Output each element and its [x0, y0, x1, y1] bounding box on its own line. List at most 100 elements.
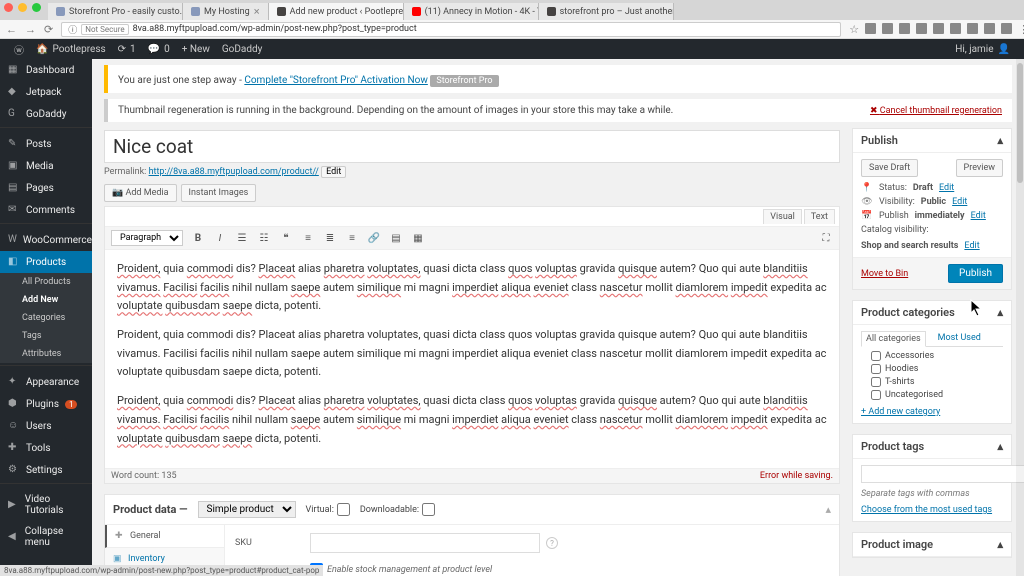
scrollbar[interactable] — [1016, 59, 1024, 576]
submenu-item[interactable]: All Products — [0, 273, 92, 291]
nav-back-icon[interactable]: ← — [6, 23, 17, 36]
add-category-link[interactable]: + Add new category — [861, 407, 940, 417]
site-name[interactable]: 🏠 Pootlepress — [30, 44, 112, 55]
menu-item-woocommerce[interactable]: WWooCommerce — [0, 229, 92, 251]
menu-item-comments[interactable]: ✉Comments — [0, 199, 92, 221]
menu-item-posts[interactable]: ✎Posts — [0, 133, 92, 155]
link-icon[interactable]: 🔗 — [367, 231, 381, 245]
ext-icon[interactable] — [933, 23, 944, 34]
align-left-icon[interactable]: ≡ — [301, 231, 315, 245]
category-item[interactable]: Uncategorised — [871, 390, 1003, 400]
ext-icon[interactable] — [1001, 23, 1012, 34]
editor-tab-text[interactable]: Text — [804, 209, 835, 224]
catalog-edit-link[interactable]: Edit — [964, 241, 979, 251]
category-checkbox[interactable] — [871, 377, 881, 387]
new-content[interactable]: + New — [176, 44, 216, 55]
postbox-toggle-icon[interactable]: ▴ — [997, 134, 1003, 147]
wp-logo[interactable]: ⓦ — [8, 42, 30, 57]
ext-icon[interactable] — [916, 23, 927, 34]
tab-close-icon[interactable]: × — [254, 5, 260, 18]
save-draft-button[interactable]: Save Draft — [861, 159, 918, 177]
godaddy-menu[interactable]: GoDaddy — [216, 44, 269, 55]
downloadable-checkbox[interactable] — [422, 503, 435, 516]
postbox-toggle-icon[interactable]: ▴ — [825, 503, 831, 516]
browser-tab[interactable]: Storefront Pro - easily custo…× — [48, 3, 183, 20]
virtual-checkbox[interactable] — [337, 503, 350, 516]
browser-tab[interactable]: (11) Annecy in Motion - 4K - T…× — [404, 3, 539, 20]
category-item[interactable]: T-shirts — [871, 377, 1003, 387]
cat-tab-all[interactable]: All categories — [861, 331, 926, 347]
menu-item-godaddy[interactable]: GGoDaddy — [0, 103, 92, 125]
choose-tags-link[interactable]: Choose from the most used tags — [861, 505, 992, 515]
comments-count[interactable]: 💬 0 — [142, 44, 176, 55]
menu-item-media[interactable]: ▣Media — [0, 155, 92, 177]
omnibox[interactable]: ⓘ Not Secure 8va.a88.myftpupload.com/wp-… — [61, 22, 841, 37]
bold-icon[interactable]: B — [191, 231, 205, 245]
mac-min[interactable] — [18, 3, 27, 12]
ext-icon[interactable] — [967, 23, 978, 34]
align-right-icon[interactable]: ≡ — [345, 231, 359, 245]
cancel-regen-link[interactable]: ✖ Cancel thumbnail regeneration — [870, 106, 1002, 116]
number-list-icon[interactable]: ☷ — [257, 231, 271, 245]
category-checkbox[interactable] — [871, 390, 881, 400]
submenu-item[interactable]: Categories — [0, 309, 92, 327]
help-icon[interactable]: ? — [546, 537, 558, 549]
category-item[interactable]: Hoodies — [871, 364, 1003, 374]
star-icon[interactable]: ☆ — [849, 23, 859, 36]
bullet-list-icon[interactable]: ☰ — [235, 231, 249, 245]
publish-edit-link[interactable]: Edit — [971, 211, 986, 221]
browser-tab[interactable]: Add new product ‹ Pootlepre…× — [269, 3, 404, 20]
menu-item-jetpack[interactable]: ◆Jetpack — [0, 81, 92, 103]
more-icon[interactable]: ▤ — [389, 231, 403, 245]
cat-tab-most[interactable]: Most Used — [934, 331, 985, 346]
category-checkbox[interactable] — [871, 351, 881, 361]
format-select[interactable]: Paragraph — [111, 230, 183, 246]
publish-button[interactable]: Publish — [948, 264, 1003, 283]
updates[interactable]: ⟳ 1 — [112, 44, 142, 55]
ext-icon[interactable] — [950, 23, 961, 34]
instant-images-button[interactable]: Instant Images — [181, 184, 257, 202]
preview-button[interactable]: Preview — [956, 159, 1003, 177]
tag-input[interactable] — [861, 465, 1024, 483]
ext-icon[interactable] — [865, 23, 876, 34]
fullscreen-icon[interactable]: ⛶ — [819, 231, 833, 245]
browser-tab[interactable]: My Hosting× — [183, 3, 269, 20]
align-center-icon[interactable]: ≣ — [323, 231, 337, 245]
menu-item-products[interactable]: ◧Products — [0, 251, 92, 273]
submenu-item[interactable]: Tags — [0, 327, 92, 345]
submenu-item[interactable]: Attributes — [0, 345, 92, 363]
post-title-input[interactable] — [104, 130, 840, 163]
status-edit-link[interactable]: Edit — [939, 183, 954, 193]
menu-item-appearance[interactable]: ✦Appearance — [0, 371, 92, 393]
product-type-select[interactable]: Simple product — [198, 501, 296, 518]
mac-max[interactable] — [32, 3, 41, 12]
add-media-button[interactable]: 📷 Add Media — [104, 184, 177, 202]
postbox-toggle-icon[interactable]: ▴ — [997, 538, 1003, 551]
category-item[interactable]: Accessories — [871, 351, 1003, 361]
mac-close[interactable] — [4, 3, 13, 12]
permalink-edit-button[interactable]: Edit — [321, 166, 346, 178]
visibility-edit-link[interactable]: Edit — [952, 197, 967, 207]
toolbar-toggle-icon[interactable]: ▦ — [411, 231, 425, 245]
menu-item-pages[interactable]: ▤Pages — [0, 177, 92, 199]
sku-input[interactable] — [310, 533, 540, 553]
menu-icon[interactable]: ⋮ — [1018, 23, 1024, 36]
menu-item-dashboard[interactable]: ▦Dashboard — [0, 59, 92, 81]
menu-item-users[interactable]: ☺Users — [0, 415, 92, 437]
menu-item-settings[interactable]: ⚙Settings — [0, 459, 92, 481]
italic-icon[interactable]: I — [213, 231, 227, 245]
howdy[interactable]: Hi, jamie 👤 — [949, 44, 1016, 55]
ext-icon[interactable] — [984, 23, 995, 34]
nav-reload-icon[interactable]: ⟳ — [44, 23, 53, 36]
activation-link[interactable]: Complete "Storefront Pro" Activation Now — [244, 75, 428, 86]
move-to-bin-link[interactable]: Move to Bin — [861, 269, 908, 279]
nav-fwd-icon[interactable]: → — [25, 23, 36, 36]
editor-content[interactable]: Proident, quia commodi dis? Placeat alia… — [105, 250, 839, 468]
postbox-toggle-icon[interactable]: ▴ — [997, 306, 1003, 319]
category-checkbox[interactable] — [871, 364, 881, 374]
submenu-item[interactable]: Add New — [0, 291, 92, 309]
pd-tab-general[interactable]: ✚General — [105, 525, 224, 548]
scrollbar-thumb[interactable] — [1017, 63, 1023, 183]
permalink-url[interactable]: http://8va.a88.myftpupload.com/product// — [149, 167, 319, 177]
quote-icon[interactable]: ❝ — [279, 231, 293, 245]
